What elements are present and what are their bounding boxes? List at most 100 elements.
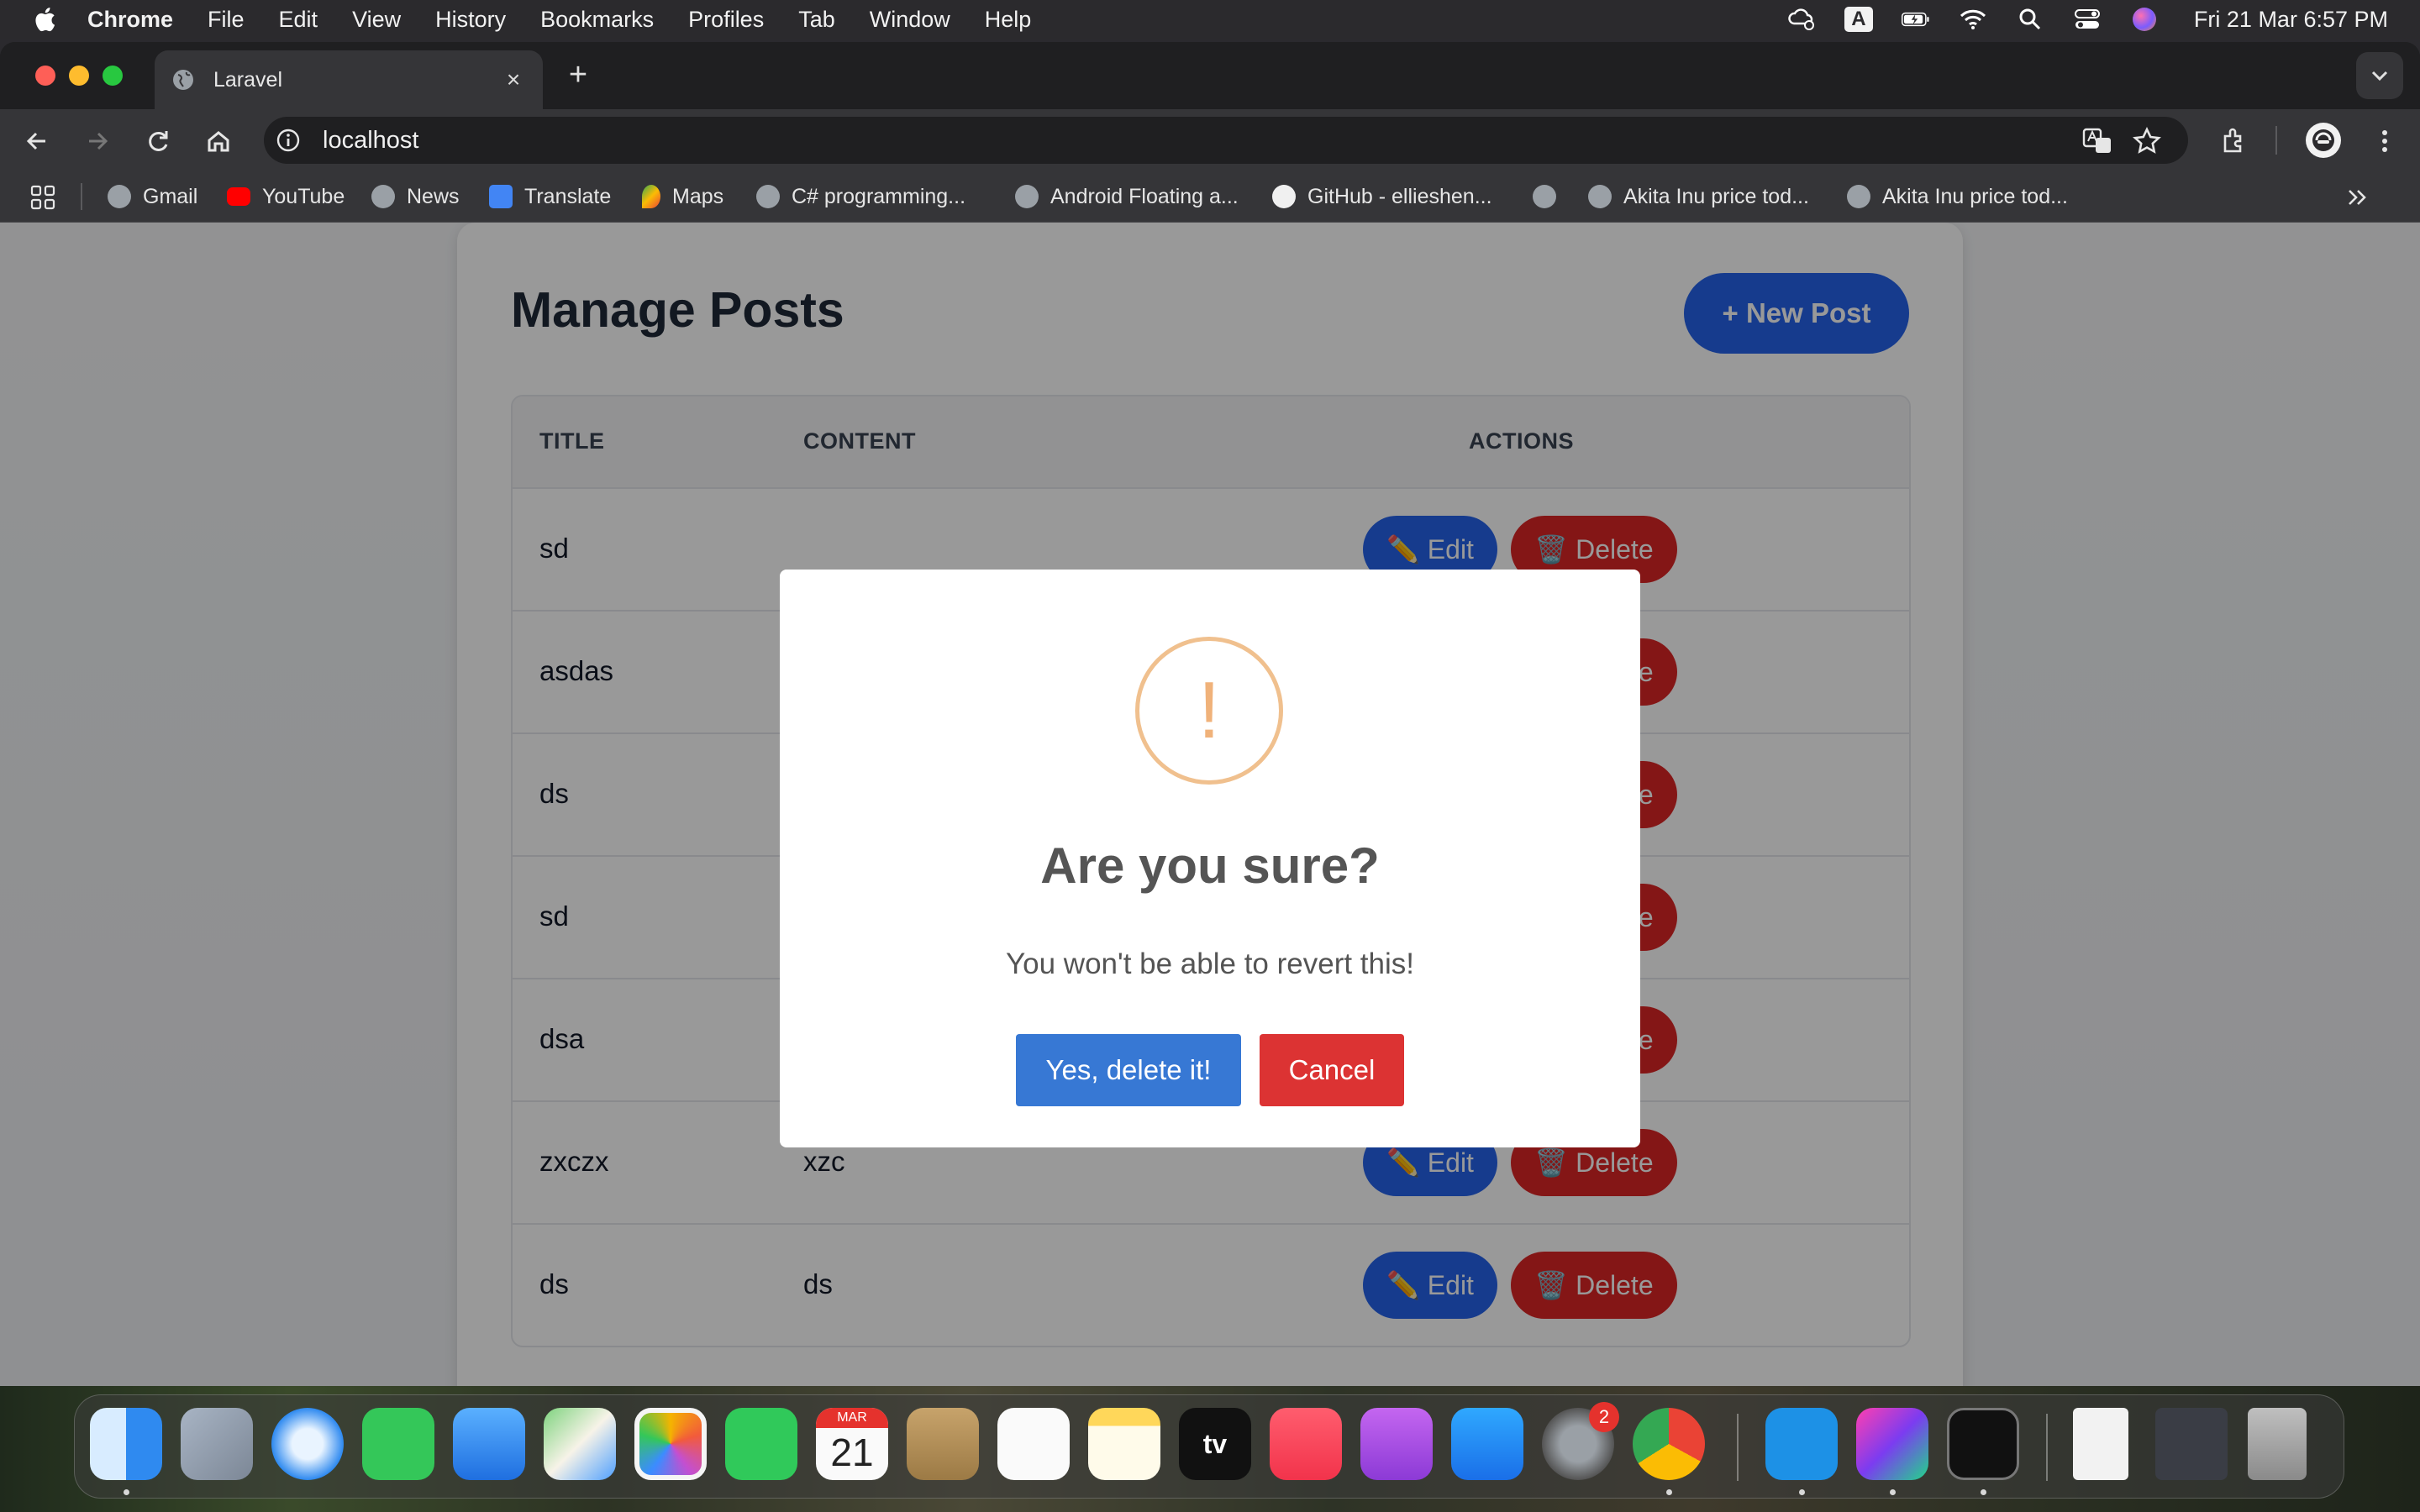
globe-icon (371, 185, 395, 208)
tv-label: tv (1202, 1429, 1228, 1459)
finder-icon[interactable] (90, 1408, 162, 1480)
back-icon[interactable] (22, 126, 52, 156)
translate-page-icon[interactable] (2082, 128, 2112, 155)
bookmark-translate[interactable]: Translate (489, 183, 611, 210)
menu-edit[interactable]: Edit (279, 7, 318, 33)
menu-file[interactable]: File (208, 7, 245, 33)
tab-close-icon[interactable]: × (501, 67, 526, 92)
address-bar[interactable]: localhost (264, 117, 2188, 164)
site-info-icon[interactable] (276, 128, 301, 153)
globe-icon (173, 70, 193, 90)
new-tab-button[interactable]: + (563, 59, 593, 91)
bookmark-youtube[interactable]: YouTube (227, 183, 345, 210)
safari-icon[interactable] (271, 1408, 344, 1480)
bookmark-github[interactable]: GitHub - ellieshen... (1272, 183, 1492, 210)
menu-window[interactable]: Window (870, 7, 950, 33)
bookmarks-bar: Gmail YouTube News Translate Maps C# pro… (0, 171, 2420, 223)
menu-help[interactable]: Help (985, 7, 1032, 33)
mail-icon[interactable] (453, 1408, 525, 1480)
tab-strip: Laravel × + (0, 42, 2420, 109)
menubar-clock[interactable]: Fri 21 Mar 6:57 PM (2194, 7, 2388, 33)
warning-icon: ! (1135, 637, 1283, 785)
messages-icon[interactable] (362, 1408, 434, 1480)
profile-icon (2312, 129, 2334, 151)
profile-avatar[interactable] (2306, 123, 2341, 158)
bookmark-akita-2[interactable]: Akita Inu price tod... (1847, 183, 2068, 210)
cancel-button[interactable]: Cancel (1260, 1034, 1404, 1106)
bookmark-unnamed[interactable] (1533, 183, 1568, 210)
youtube-icon (227, 187, 250, 206)
input-source-label: A (1844, 7, 1873, 32)
close-window-button[interactable] (35, 66, 55, 86)
home-icon[interactable] (203, 126, 234, 156)
bookmark-maps[interactable]: Maps (642, 183, 723, 210)
apps-grid-icon[interactable] (30, 185, 55, 210)
bookmark-android-floating[interactable]: Android Floating a... (1015, 183, 1239, 210)
globe-icon (1588, 185, 1612, 208)
music-icon[interactable] (1270, 1408, 1342, 1480)
bookmark-star-icon[interactable] (2133, 127, 2161, 155)
bookmark-csharp[interactable]: C# programming... (756, 183, 965, 210)
trash-icon[interactable] (2248, 1408, 2307, 1480)
menu-view[interactable]: View (352, 7, 401, 33)
launchpad-icon[interactable] (181, 1408, 253, 1480)
chevron-down-icon (2371, 71, 2388, 81)
docker-icon[interactable] (1765, 1408, 1838, 1480)
phpstorm-icon[interactable] (1856, 1408, 1928, 1480)
apple-tv-icon[interactable]: tv (1179, 1408, 1251, 1480)
spotlight-search-icon[interactable] (2016, 8, 2044, 30)
tab-laravel[interactable]: Laravel × (155, 50, 543, 109)
more-bookmarks-icon[interactable] (2346, 186, 2370, 208)
reminders-icon[interactable] (997, 1408, 1070, 1480)
zoom-window-button[interactable] (103, 66, 123, 86)
input-source-icon[interactable]: A (1844, 7, 1873, 32)
battery-icon[interactable] (1901, 8, 1930, 30)
bookmark-label: Gmail (143, 184, 198, 208)
photos-icon[interactable] (634, 1408, 707, 1480)
calendar-month: MAR (816, 1408, 888, 1428)
bookmark-gmail[interactable]: Gmail (108, 183, 197, 210)
minimize-window-button[interactable] (69, 66, 89, 86)
maps-app-icon[interactable] (544, 1408, 616, 1480)
running-indicator (1981, 1489, 1986, 1495)
calendar-day: 21 (830, 1431, 874, 1474)
chrome-icon[interactable] (1633, 1408, 1705, 1480)
recent-window-icon[interactable] (2155, 1408, 2228, 1480)
bookmark-label: Translate (524, 184, 612, 208)
app-store-icon[interactable] (1451, 1408, 1523, 1480)
url-text: localhost (323, 126, 419, 154)
page-viewport: Manage Posts + New Post TITLE CONTENT AC… (0, 223, 2420, 1386)
calendar-icon[interactable]: MAR 21 (816, 1408, 888, 1480)
more-menu-icon[interactable] (2370, 126, 2400, 156)
menu-history[interactable]: History (435, 7, 506, 33)
contacts-icon[interactable] (907, 1408, 979, 1480)
wifi-icon[interactable] (1959, 8, 1987, 30)
menu-app-name[interactable]: Chrome (87, 7, 173, 33)
podcasts-icon[interactable] (1360, 1408, 1433, 1480)
forward-icon[interactable] (82, 126, 113, 156)
confirm-delete-button[interactable]: Yes, delete it! (1016, 1034, 1241, 1106)
extensions-icon[interactable] (2218, 126, 2249, 156)
running-indicator (1666, 1489, 1672, 1495)
running-indicator (124, 1489, 129, 1495)
globe-icon (108, 185, 131, 208)
tab-search-button[interactable] (2356, 52, 2403, 99)
bookmark-news[interactable]: News (371, 183, 460, 210)
bookmarks-divider (81, 183, 82, 210)
terminal-icon[interactable] (1947, 1408, 2019, 1480)
weather-icon[interactable] (1787, 8, 1816, 30)
menu-profiles[interactable]: Profiles (688, 7, 764, 33)
warning-exclamation: ! (1197, 665, 1221, 755)
tab-title: Laravel (213, 67, 282, 92)
control-center-icon[interactable] (2073, 8, 2102, 30)
pdf-document-icon[interactable] (2073, 1408, 2128, 1480)
siri-icon[interactable] (2130, 8, 2159, 31)
apple-icon[interactable] (34, 7, 55, 32)
menu-bookmarks[interactable]: Bookmarks (540, 7, 654, 33)
notes-icon[interactable] (1088, 1408, 1160, 1480)
browser-toolbar: localhost (0, 109, 2420, 171)
menu-tab[interactable]: Tab (798, 7, 835, 33)
reload-icon[interactable] (143, 126, 173, 156)
facetime-icon[interactable] (725, 1408, 797, 1480)
bookmark-akita-1[interactable]: Akita Inu price tod... (1588, 183, 1809, 210)
